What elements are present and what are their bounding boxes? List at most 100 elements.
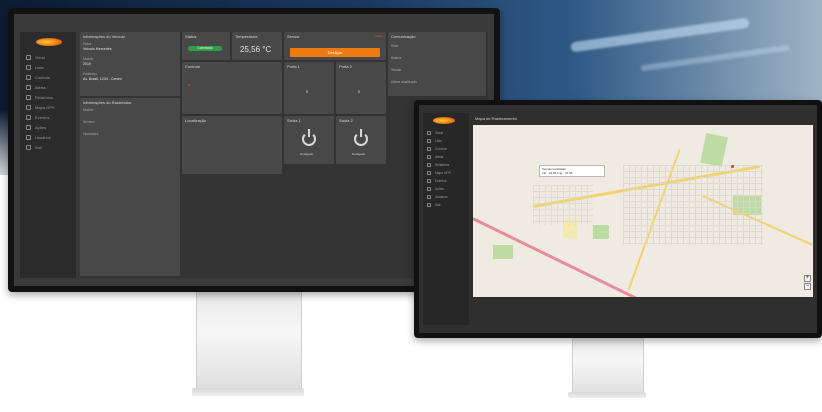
sidebar-item[interactable]: Relatórios xyxy=(427,161,449,168)
shutdown-button[interactable]: Desligar xyxy=(290,48,380,57)
field-label: Operadora xyxy=(83,132,99,136)
field-value: 2019 xyxy=(83,62,91,66)
event-icon xyxy=(26,115,31,120)
door-value: 0 xyxy=(306,90,308,94)
park-area xyxy=(700,133,728,167)
report-icon xyxy=(26,95,31,100)
field-label: Última atualização xyxy=(391,80,418,84)
card-title: Temperatura xyxy=(235,34,258,39)
field-value: Veículo Mercedes xyxy=(83,47,112,51)
street-grid xyxy=(623,165,763,245)
output-state: Desligado xyxy=(352,152,366,156)
grid-icon xyxy=(427,130,431,135)
brand-logo xyxy=(36,38,62,46)
card-title: Controle xyxy=(185,64,201,69)
sidebar: Geral Lista Controle Alerta Relatórios M… xyxy=(423,113,469,325)
zoom-in-button[interactable]: + xyxy=(804,275,811,282)
output-state: Desligado xyxy=(300,152,314,156)
temperature-card: Temperatura 25,56 °C xyxy=(232,32,282,60)
zoom-out-button[interactable]: − xyxy=(804,283,811,290)
sidebar: Geral Lista Controle Alerta Relatórios M… xyxy=(20,32,76,278)
monitor-2: Geral Lista Controle Alerta Relatórios M… xyxy=(414,100,822,338)
door-2-card: Porta 2 0 xyxy=(336,62,386,114)
sidebar-item[interactable]: Eventos xyxy=(26,114,49,121)
park-area xyxy=(493,245,513,259)
output-1-card: Saída 1 Desligado xyxy=(284,116,334,164)
door-1-card: Porta 1 0 xyxy=(284,62,334,114)
sidebar-item[interactable]: Usuários xyxy=(427,193,448,200)
field-value: Av. Brasil, 1234 - Centro xyxy=(83,77,122,81)
users-icon xyxy=(26,135,31,140)
card-title: Informações do Rastreador xyxy=(83,100,132,105)
alert-icon xyxy=(427,154,431,159)
park-area xyxy=(593,225,609,239)
sidebar-item[interactable]: Lista xyxy=(26,64,43,71)
card-title: Localização xyxy=(185,118,207,123)
sidebar-item[interactable]: Alerta xyxy=(26,84,45,91)
logout-icon xyxy=(427,202,431,207)
sidebar-item[interactable]: Ações xyxy=(26,124,46,131)
sidebar-item[interactable]: Controle xyxy=(427,145,447,152)
sidebar-item[interactable]: Mapa GPS xyxy=(26,104,55,111)
logout-icon xyxy=(26,145,31,150)
field-label: Número xyxy=(83,120,95,124)
communication-card: Comunicação Sinal Bateria Tensão Última … xyxy=(388,32,486,96)
report-icon xyxy=(427,162,431,167)
sidebar-item[interactable]: Usuários xyxy=(26,134,51,141)
actions-icon xyxy=(427,186,431,191)
sidebar-item[interactable]: Controle xyxy=(26,74,50,81)
card-title: Comunicação xyxy=(391,34,416,39)
controller-icon xyxy=(427,146,431,151)
controller-icon xyxy=(26,75,31,80)
card-title: Saída 1 xyxy=(287,118,301,123)
field-label: Modelo xyxy=(83,57,94,61)
field-label: Modelo xyxy=(83,108,94,112)
sidebar-item[interactable]: Geral xyxy=(26,54,45,61)
temperature-value: 25,56 °C xyxy=(240,45,272,54)
card-title: Sensor xyxy=(287,34,300,39)
field-label: Endereço xyxy=(83,72,97,76)
event-icon xyxy=(427,178,431,183)
sidebar-item[interactable]: Alerta xyxy=(427,153,443,160)
map-view[interactable]: Veículo localizado Lat: -22.90 Lng: -47.… xyxy=(473,125,813,297)
door-value: 0 xyxy=(358,90,360,94)
sidebar-item[interactable]: Sair xyxy=(26,144,42,151)
monitor-stand xyxy=(196,290,302,392)
location-card: Localização xyxy=(182,116,282,174)
map-icon xyxy=(26,105,31,110)
users-icon xyxy=(427,194,431,199)
sidebar-item[interactable]: Lista xyxy=(427,137,442,144)
monitor-stand-base xyxy=(568,392,646,398)
card-title: Informações do Veículo xyxy=(83,34,125,39)
sidebar-item[interactable]: Eventos xyxy=(427,177,447,184)
monitor-stand-base xyxy=(192,388,304,396)
field-label: Placa xyxy=(83,42,91,46)
control-card: Controle xyxy=(182,62,282,114)
brand-logo xyxy=(433,117,455,124)
sidebar-item[interactable]: Ações xyxy=(427,185,444,192)
street-grid xyxy=(533,185,593,225)
card-title: Status xyxy=(185,34,197,39)
page-title: Mapa de Rastreamento xyxy=(475,116,517,121)
list-icon xyxy=(26,65,31,70)
card-title: Porta 1 xyxy=(287,64,300,69)
sidebar-item[interactable]: Relatórios xyxy=(26,94,53,101)
status-dot xyxy=(188,84,190,86)
output-2-card: Saída 2 Desligado xyxy=(336,116,386,164)
sidebar-item[interactable]: Geral xyxy=(427,129,443,136)
card-title: Saída 2 xyxy=(339,118,353,123)
tracker-info-card: Informações do Rastreador Modelo Número … xyxy=(80,98,180,276)
map-icon xyxy=(427,170,431,175)
marker-icon[interactable] xyxy=(731,165,734,168)
card-title: Porta 2 xyxy=(339,64,352,69)
power-icon-bar xyxy=(360,129,362,137)
sidebar-item[interactable]: Mapa GPS xyxy=(427,169,451,176)
vehicle-info-card: Informações do Veículo Placa Veículo Mer… xyxy=(80,32,180,96)
location-popup: Veículo localizado Lat: -22.90 Lng: -47.… xyxy=(539,165,605,177)
status-card: Status Conectado xyxy=(182,32,230,60)
status-badge: Conectado xyxy=(188,46,222,51)
grid-icon xyxy=(26,55,31,60)
sidebar-item[interactable]: Sair xyxy=(427,201,441,208)
monitor-stand xyxy=(572,336,644,396)
field-label: Bateria xyxy=(391,56,402,60)
